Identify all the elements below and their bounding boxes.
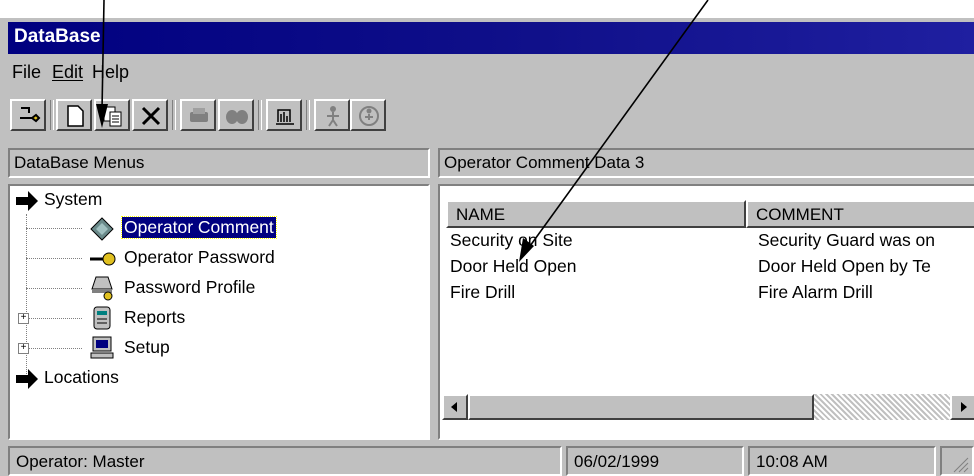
cell-name[interactable]: Fire Drill <box>450 282 515 303</box>
left-panel-header: DataBase Menus <box>8 148 430 178</box>
arrow-right-icon <box>16 191 38 211</box>
computer-icon <box>90 336 114 359</box>
cell-name[interactable]: Door Held Open <box>450 256 576 277</box>
person-button[interactable] <box>314 99 350 131</box>
menu-bar: File Edit Help <box>8 56 974 88</box>
status-operator: Operator: Master <box>8 446 562 476</box>
tree-item-label: Reports <box>124 307 186 327</box>
status-time: 10:08 AM <box>748 446 936 476</box>
delete-button[interactable] <box>132 99 168 131</box>
window-title: DataBase <box>14 26 101 47</box>
tree-item-label: Password Profile <box>124 277 256 297</box>
column-header-name[interactable]: NAME <box>446 200 746 228</box>
keys-icon <box>20 107 41 123</box>
scroll-left-button[interactable] <box>442 394 468 420</box>
key-icon <box>90 252 116 266</box>
tree-item-label: Operator Password <box>124 247 275 267</box>
chart-icon <box>276 109 294 125</box>
find-button[interactable] <box>218 99 254 131</box>
tree-line <box>26 214 27 382</box>
delete-icon <box>141 106 161 126</box>
toolbar-separator <box>258 100 262 130</box>
tree-line <box>26 348 82 349</box>
arrow-left-icon <box>451 402 457 412</box>
chart-button[interactable] <box>266 99 302 131</box>
report-icon <box>93 306 111 330</box>
copy-button[interactable] <box>94 99 130 131</box>
expand-setup-button[interactable]: + <box>18 343 29 354</box>
tree-line <box>26 288 82 289</box>
toolbar-separator <box>172 100 176 130</box>
database-window: DataBase File Edit Help DataBase Menus +… <box>0 18 974 476</box>
horizontal-scrollbar[interactable] <box>442 394 974 422</box>
tree-line <box>26 258 82 259</box>
resize-grip-icon <box>953 457 969 473</box>
tree-item-label: Locations <box>44 367 119 387</box>
person-globe-button[interactable] <box>350 99 386 131</box>
toolbar <box>8 96 974 136</box>
profile-key-icon <box>91 276 113 301</box>
cell-comment[interactable]: Door Held Open by Te <box>758 256 931 277</box>
keys-button[interactable] <box>10 99 46 131</box>
size-grip[interactable] <box>940 446 974 476</box>
tree-line <box>26 318 82 319</box>
toolbar-separator <box>50 100 54 130</box>
menu-help[interactable]: Help <box>92 62 129 83</box>
arrow-right-icon <box>16 369 38 389</box>
arrow-right-icon <box>961 402 967 412</box>
print-button[interactable] <box>180 99 216 131</box>
pencil-icon <box>90 217 114 241</box>
tree-view[interactable]: + + System Operator Comment Operator Pas… <box>8 184 430 440</box>
cell-name[interactable]: Security on Site <box>450 230 573 251</box>
menu-edit[interactable]: Edit <box>52 62 83 83</box>
toolbar-separator <box>306 100 310 130</box>
scroll-thumb[interactable] <box>468 394 814 420</box>
data-list-view[interactable]: NAME COMMENT Security on Site Security G… <box>438 184 974 440</box>
tree-item-label: Operator Comment <box>121 216 277 239</box>
cell-comment[interactable]: Security Guard was on <box>758 230 935 251</box>
status-date: 06/02/1999 <box>566 446 744 476</box>
title-bar[interactable]: DataBase <box>8 22 974 54</box>
menu-file[interactable]: File <box>12 62 41 83</box>
column-header-comment[interactable]: COMMENT <box>746 200 974 228</box>
tree-item-label: System <box>44 189 103 209</box>
copy-icon <box>103 106 122 127</box>
right-panel-header: Operator Comment Data 3 <box>438 148 974 178</box>
expand-reports-button[interactable]: + <box>18 313 29 324</box>
tree-line <box>26 228 82 229</box>
tree-item-label: Setup <box>124 337 170 357</box>
person-globe-icon <box>359 106 379 126</box>
printer-icon <box>190 108 208 122</box>
new-document-icon <box>67 105 84 127</box>
binoculars-icon <box>226 110 248 124</box>
scroll-track[interactable] <box>814 394 954 420</box>
new-button[interactable] <box>56 99 92 131</box>
cell-comment[interactable]: Fire Alarm Drill <box>758 282 873 303</box>
person-icon <box>327 106 339 127</box>
scroll-right-button[interactable] <box>950 394 974 420</box>
